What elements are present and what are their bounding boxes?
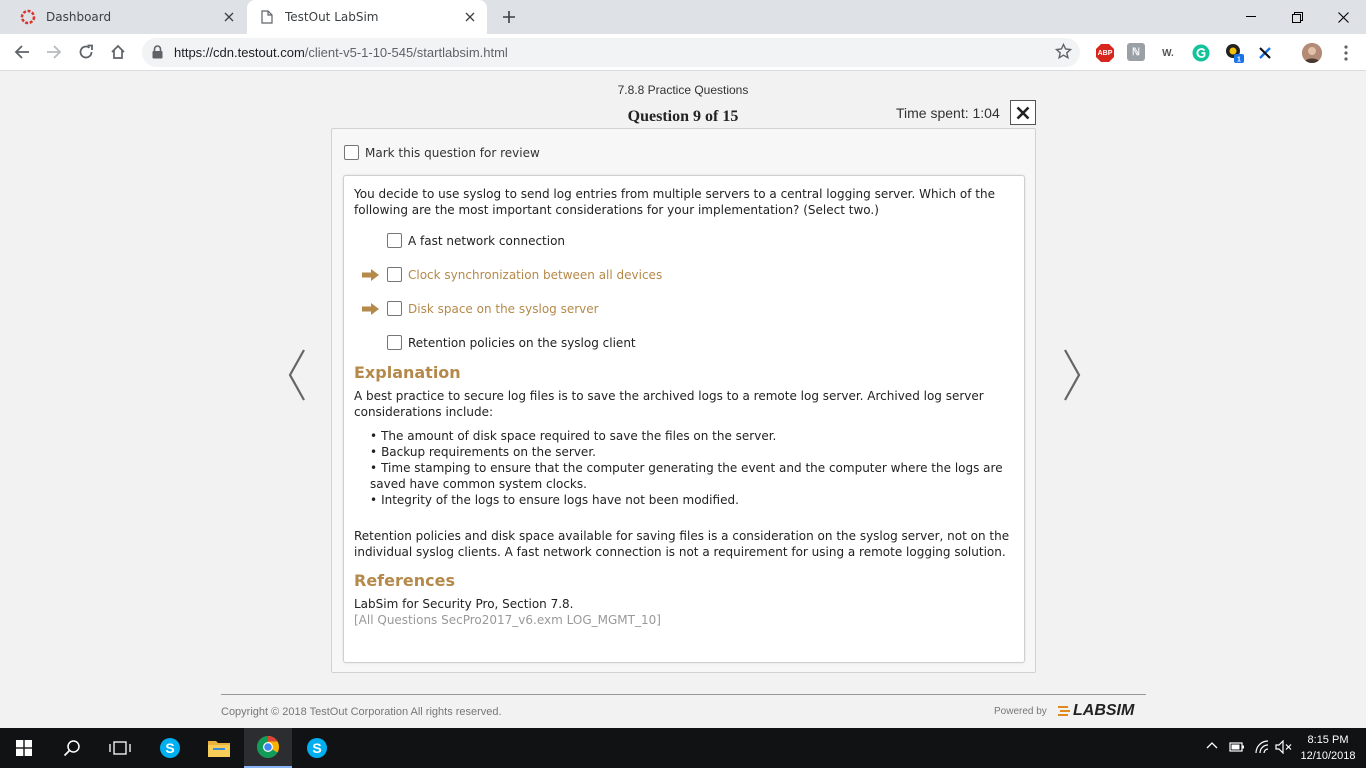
close-tab-icon[interactable] [218, 6, 240, 28]
previous-question-button[interactable] [287, 348, 307, 405]
mark-review-label: Mark this question for review [365, 145, 540, 160]
explanation-list: The amount of disk space required to sav… [370, 428, 1014, 508]
browser-tab-strip: Dashboard TestOut LabSim [0, 0, 1366, 34]
answer-checkbox[interactable] [387, 301, 402, 316]
copyright-text: Copyright © 2018 TestOut Corporation All… [221, 706, 502, 718]
windows-taskbar: S S 8:15 PM 12/10/2018 [0, 728, 1366, 768]
svg-text:1: 1 [1237, 57, 1241, 64]
chevron-left-icon [288, 349, 305, 401]
grammarly-icon[interactable] [1191, 43, 1211, 63]
chrome-taskbar-icon[interactable] [244, 728, 292, 768]
task-view-icon[interactable] [96, 728, 144, 768]
list-item: Backup requirements on the server. [370, 444, 1014, 460]
close-tab-icon[interactable] [459, 6, 481, 28]
svg-text:S: S [312, 740, 321, 756]
question-text: You decide to use syslog to send log ent… [354, 187, 995, 217]
answer-checkbox[interactable] [387, 267, 402, 282]
tab-testout-labsim[interactable]: TestOut LabSim [247, 0, 487, 34]
lock-icon [152, 45, 163, 62]
answer-option[interactable]: Disk space on the syslog server [362, 301, 599, 316]
close-quiz-button[interactable] [1010, 100, 1036, 125]
answer-option[interactable]: A fast network connection [362, 233, 565, 248]
answer-option[interactable]: Clock synchronization between all device… [362, 267, 662, 282]
extension-badge-icon[interactable]: 1 [1225, 43, 1245, 63]
skype-icon[interactable]: S [146, 728, 194, 768]
footer-divider [221, 694, 1146, 695]
explanation-outro: Retention policies and disk space availa… [354, 529, 1010, 559]
correct-answer-arrow-icon [362, 302, 380, 316]
answer-label: Retention policies on the syslog client [408, 335, 636, 350]
explanation-intro: A best practice to secure log files is t… [354, 389, 984, 419]
browser-toolbar: https://cdn.testout.com/client-v5-1-10-5… [0, 34, 1366, 71]
clock-date: 12/10/2018 [1300, 750, 1356, 762]
list-item: Integrity of the logs to ensure logs hav… [370, 492, 1014, 508]
question-body: You decide to use syslog to send log ent… [343, 175, 1025, 663]
mark-review-row[interactable]: Mark this question for review [344, 145, 540, 160]
labsim-logo-icon [1058, 706, 1070, 716]
question-counter: Question 9 of 15 [627, 108, 739, 125]
answer-checkbox[interactable] [387, 233, 402, 248]
document-icon [259, 9, 275, 25]
profile-avatar[interactable] [1302, 43, 1322, 63]
url-text: https://cdn.testout.com/client-v5-1-10-5… [174, 45, 508, 60]
new-tab-button[interactable] [497, 5, 521, 29]
dashboard-favicon-icon [20, 9, 36, 25]
wifi-icon[interactable] [1254, 740, 1270, 757]
svg-text:S: S [165, 740, 174, 756]
next-question-button[interactable] [1062, 348, 1082, 405]
home-icon[interactable] [105, 39, 131, 65]
tab-dashboard[interactable]: Dashboard [8, 0, 246, 34]
extension-icon[interactable]: ℕ [1127, 43, 1145, 61]
wordtune-extension-icon[interactable]: W. [1158, 43, 1178, 63]
clock-time: 8:15 PM [1307, 734, 1349, 746]
powered-by-label: Powered by [994, 706, 1047, 717]
restore-button[interactable] [1274, 0, 1320, 34]
answer-checkbox[interactable] [387, 335, 402, 350]
list-item: Time stamping to ensure that the compute… [370, 460, 1014, 492]
explanation-heading: Explanation [354, 363, 461, 382]
answer-option[interactable]: Retention policies on the syslog client [362, 335, 636, 350]
file-explorer-icon[interactable] [195, 728, 243, 768]
question-panel: Mark this question for review You decide… [331, 128, 1036, 673]
volume-muted-icon[interactable] [1275, 739, 1293, 757]
list-item: The amount of disk space required to sav… [370, 428, 1014, 444]
search-icon[interactable] [48, 728, 96, 768]
close-window-button[interactable] [1320, 0, 1366, 34]
answer-label: Clock synchronization between all device… [408, 267, 663, 282]
labsim-logo: LABSIM [1058, 702, 1134, 720]
back-icon[interactable] [9, 39, 35, 65]
answer-label: A fast network connection [408, 233, 566, 248]
reference-question-id: [All Questions SecPro2017_v6.exm LOG_MGM… [354, 613, 661, 627]
page-content: 7.8.8 Practice Questions Question 9 of 1… [0, 72, 1366, 728]
correct-answer-arrow-icon [362, 268, 380, 282]
minimize-button[interactable] [1228, 0, 1274, 34]
windows-start-icon[interactable] [0, 728, 48, 768]
section-title: 7.8.8 Practice Questions [617, 83, 749, 97]
more-menu-icon[interactable] [1336, 43, 1356, 63]
chevron-up-icon[interactable] [1206, 740, 1218, 755]
bookmark-star-icon[interactable] [1054, 42, 1073, 63]
adblock-plus-icon[interactable]: ABP [1095, 43, 1115, 63]
reload-icon[interactable] [73, 39, 99, 65]
close-icon [1016, 106, 1030, 119]
extension-icon[interactable] [1255, 43, 1275, 63]
reference-text: LabSim for Security Pro, Section 7.8. [354, 597, 574, 611]
references-heading: References [354, 571, 455, 590]
answer-label: Disk space on the syslog server [408, 301, 599, 316]
battery-icon[interactable] [1229, 740, 1245, 757]
tab-title: Dashboard [46, 10, 112, 24]
time-spent: Time spent: 1:04 [896, 105, 1000, 121]
skype-icon[interactable]: S [293, 728, 341, 768]
tab-title: TestOut LabSim [285, 10, 379, 24]
address-bar[interactable]: https://cdn.testout.com/client-v5-1-10-5… [142, 38, 1080, 67]
forward-icon[interactable] [41, 39, 67, 65]
chevron-right-icon [1064, 349, 1081, 401]
mark-review-checkbox[interactable] [344, 145, 359, 160]
system-clock[interactable]: 8:15 PM 12/10/2018 [1296, 732, 1360, 764]
